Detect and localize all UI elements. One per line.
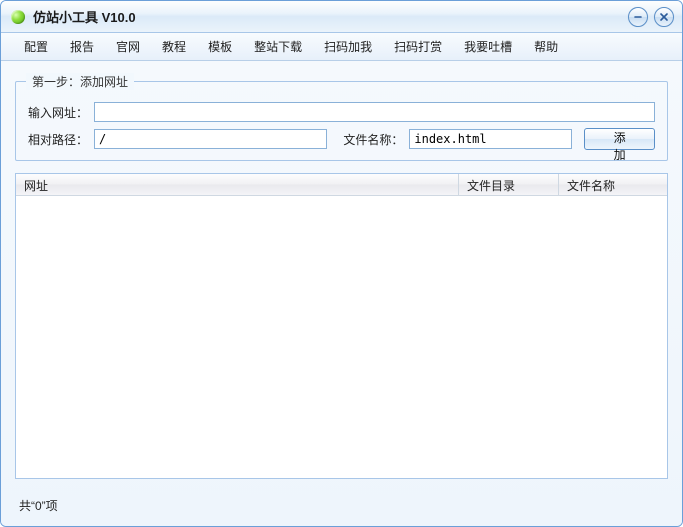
url-list: 网址 文件目录 文件名称 <box>15 173 668 479</box>
app-icon <box>11 10 25 24</box>
col-header-name[interactable]: 文件名称 <box>559 174 667 195</box>
filename-input[interactable] <box>409 129 572 149</box>
window-buttons <box>628 7 674 27</box>
menu-website[interactable]: 官网 <box>105 34 151 59</box>
menu-feedback[interactable]: 我要吐槽 <box>453 34 523 59</box>
close-icon <box>659 12 669 22</box>
menu-tutorial[interactable]: 教程 <box>151 34 197 59</box>
window-title: 仿站小工具 V10.0 <box>33 7 628 26</box>
app-window: 仿站小工具 V10.0 配置 报告 官网 教程 模板 整站下载 扫码加我 扫码打… <box>0 0 683 527</box>
url-input[interactable] <box>94 102 655 122</box>
title-bar: 仿站小工具 V10.0 <box>1 1 682 33</box>
path-label: 相对路径： <box>28 131 88 148</box>
menu-qr-addme[interactable]: 扫码加我 <box>313 34 383 59</box>
menu-report[interactable]: 报告 <box>59 34 105 59</box>
path-input[interactable] <box>94 129 327 149</box>
row-path: 相对路径： 文件名称： 添加 <box>28 128 655 150</box>
menu-template[interactable]: 模板 <box>197 34 243 59</box>
minimize-button[interactable] <box>628 7 648 27</box>
client-area: 第一步：添加网址 输入网址： 相对路径： 文件名称： 添加 网址 文件目录 文件… <box>1 61 682 526</box>
list-body[interactable] <box>16 196 667 478</box>
add-button[interactable]: 添加 <box>584 128 655 150</box>
row-url: 输入网址： <box>28 102 655 122</box>
col-header-url[interactable]: 网址 <box>16 174 459 195</box>
menu-help[interactable]: 帮助 <box>523 34 569 59</box>
minimize-icon <box>633 12 643 22</box>
step1-group: 第一步：添加网址 输入网址： 相对路径： 文件名称： 添加 <box>15 81 668 161</box>
menu-config[interactable]: 配置 <box>13 34 59 59</box>
menu-fullsite[interactable]: 整站下载 <box>243 34 313 59</box>
close-button[interactable] <box>654 7 674 27</box>
item-count: 共“0”项 <box>15 491 668 516</box>
menu-qr-donate[interactable]: 扫码打赏 <box>383 34 453 59</box>
list-header: 网址 文件目录 文件名称 <box>16 174 667 196</box>
col-header-dir[interactable]: 文件目录 <box>459 174 559 195</box>
url-label: 输入网址： <box>28 104 88 121</box>
menu-bar: 配置 报告 官网 教程 模板 整站下载 扫码加我 扫码打赏 我要吐槽 帮助 <box>1 33 682 61</box>
filename-label: 文件名称： <box>343 131 403 148</box>
step1-legend: 第一步：添加网址 <box>26 73 134 90</box>
